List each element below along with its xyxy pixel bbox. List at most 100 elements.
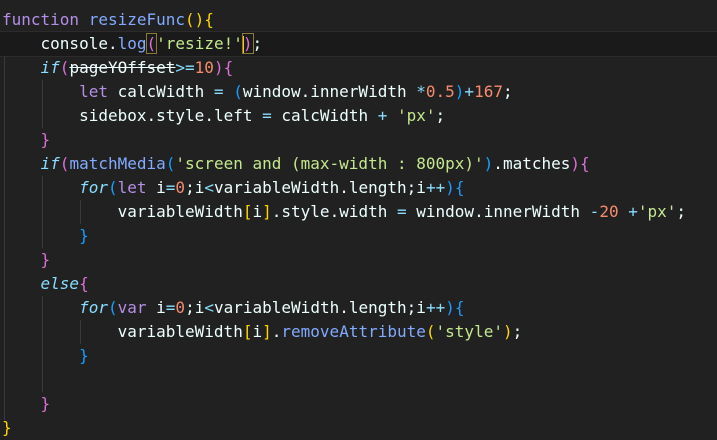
code-line[interactable]: function resizeFunc(){ — [0, 8, 717, 32]
code-token: ) — [213, 58, 224, 77]
indent-guide — [41, 368, 43, 392]
code-token: ( — [425, 322, 436, 341]
indent-guide — [41, 104, 43, 128]
code-line[interactable]: console.log('resize!'); — [0, 31, 717, 57]
code-line[interactable]: else{ — [0, 272, 717, 296]
code-token: sidebox — [79, 106, 147, 125]
code-token: let — [79, 82, 118, 101]
code-token: matches — [502, 154, 571, 173]
code-token: i — [252, 202, 263, 221]
code-token: = — [262, 106, 282, 125]
code-token: ) — [445, 298, 455, 317]
code-line[interactable] — [0, 368, 717, 392]
code-token: if — [40, 58, 60, 77]
code-token: 'resize!' — [156, 34, 243, 53]
code-token: matchMedia — [69, 154, 166, 173]
code-line[interactable]: if(pageYOffset>=10){ — [0, 56, 717, 80]
code-token: style — [156, 106, 205, 125]
code-line[interactable]: } — [0, 416, 717, 440]
code-token: ) — [570, 154, 581, 173]
code-token: { — [580, 154, 590, 173]
indent-guide — [41, 176, 43, 200]
code-token: = — [165, 178, 176, 197]
code-token: console — [40, 34, 108, 53]
code-token: 'screen and (max-width : 800px)' — [175, 154, 484, 173]
code-line[interactable]: } — [0, 224, 717, 248]
indent-guide — [41, 224, 43, 248]
code-token: 0 — [175, 178, 186, 197]
code-line[interactable]: variableWidth[i].removeAttribute('style'… — [0, 320, 717, 344]
code-line[interactable]: } — [0, 248, 717, 272]
code-token: log — [117, 34, 147, 53]
code-token: { — [79, 274, 89, 293]
code-line[interactable]: if(matchMedia('screen and (max-width : 8… — [0, 152, 717, 176]
code-token: i — [194, 298, 205, 317]
code-token: 0.5 — [425, 82, 455, 101]
indent-guide — [41, 344, 43, 368]
code-token: . — [329, 202, 340, 221]
code-token: 20 — [599, 202, 629, 221]
code-token: ++ — [425, 178, 446, 197]
code-token: . — [107, 34, 118, 53]
code-token: variableWidth — [117, 202, 243, 221]
code-token: . — [146, 106, 157, 125]
code-token: + — [628, 202, 638, 221]
code-token: { — [204, 10, 214, 29]
code-token: () — [185, 10, 205, 29]
code-token: ) — [454, 82, 465, 101]
code-token: for — [79, 178, 108, 197]
code-token: } — [40, 394, 51, 413]
code-line[interactable]: for(var i=0;i<variableWidth.length;i++){ — [0, 296, 717, 320]
code-token: = — [397, 202, 417, 221]
code-line[interactable]: sidebox.style.left = calcWidth + 'px'; — [0, 104, 717, 128]
code-token: calcWidth — [117, 82, 214, 101]
code-token: { — [223, 58, 234, 77]
code-token: ) — [483, 154, 494, 173]
code-token: ; — [502, 82, 513, 101]
code-token: ; — [406, 178, 417, 197]
code-token: . — [204, 106, 214, 125]
code-token: } — [40, 250, 51, 269]
code-editor[interactable]: function resizeFunc(){ console.log('resi… — [0, 8, 717, 440]
code-token: 'style' — [435, 322, 503, 341]
code-token: 0 — [175, 298, 186, 317]
code-token: 10 — [194, 58, 214, 77]
code-token: . — [339, 178, 349, 197]
code-token: = — [165, 298, 176, 317]
code-token: . — [339, 298, 349, 317]
code-line[interactable]: } — [0, 128, 717, 152]
code-line[interactable]: variableWidth[i].style.width = window.in… — [0, 200, 717, 224]
code-token: i — [416, 178, 426, 197]
code-token: i — [156, 298, 166, 317]
code-line[interactable]: } — [0, 344, 717, 368]
code-token: * — [416, 82, 426, 101]
code-token: ] — [262, 322, 272, 341]
code-token: resizeFunc — [88, 10, 186, 29]
code-token: variableWidth — [213, 298, 340, 317]
code-line[interactable]: } — [0, 392, 717, 416]
code-token: < — [204, 178, 214, 197]
code-token: ) — [445, 178, 455, 197]
code-token: = — [213, 82, 234, 101]
code-token: < — [204, 298, 214, 317]
code-token: innerWidth — [310, 82, 417, 101]
code-token: 'px' — [396, 106, 436, 125]
code-token: left — [213, 106, 263, 125]
code-token: ; — [252, 34, 263, 53]
code-line[interactable]: for(let i=0;i<variableWidth.length;i++){ — [0, 176, 717, 200]
code-line[interactable]: let calcWidth = (window.innerWidth *0.5)… — [0, 80, 717, 104]
code-token: ( — [59, 154, 70, 173]
code-token: window — [416, 202, 475, 221]
code-token: . — [493, 154, 503, 173]
code-token: { — [454, 178, 465, 197]
code-token: i — [252, 322, 263, 341]
code-token: + — [377, 106, 397, 125]
code-token: ( — [59, 58, 70, 77]
code-token: } — [79, 226, 89, 245]
code-token: pageYOffset — [69, 58, 176, 77]
code-token: width — [339, 202, 397, 221]
code-token: } — [79, 346, 89, 365]
code-token: function — [2, 10, 89, 29]
code-token: ; — [406, 298, 417, 317]
code-token: { — [454, 298, 465, 317]
